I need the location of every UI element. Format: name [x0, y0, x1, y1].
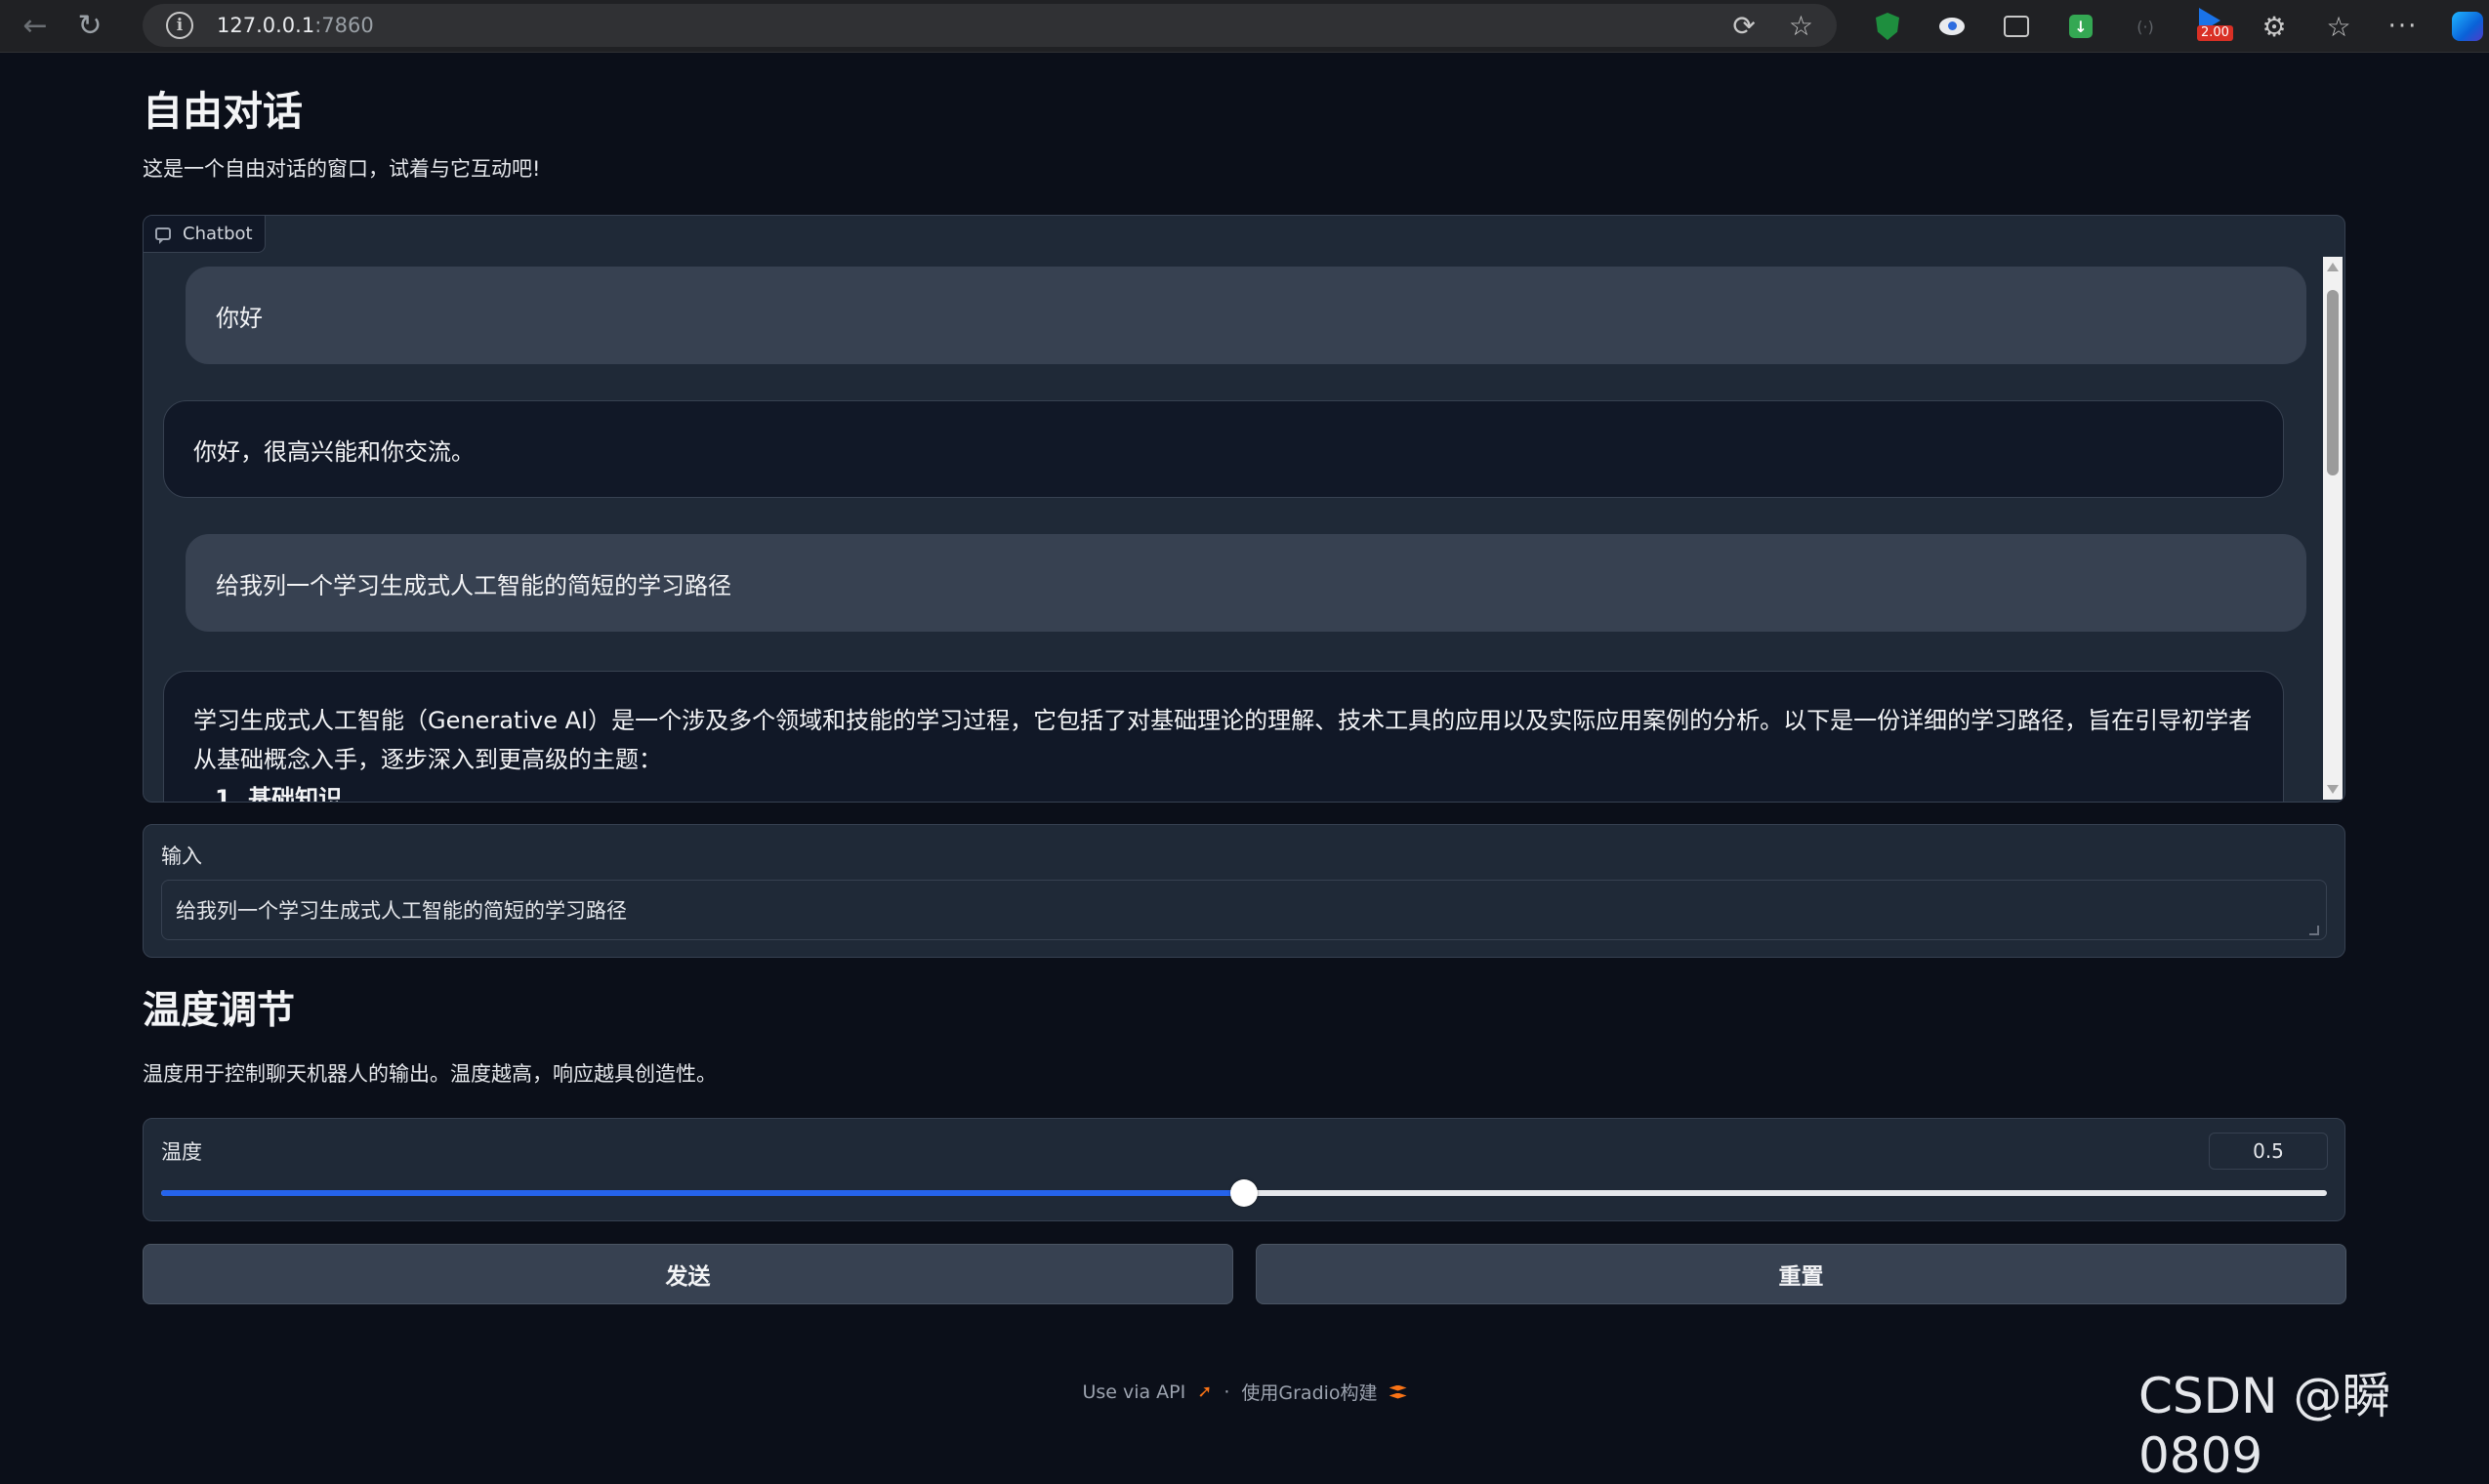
message-text: 你好，很高兴能和你交流。	[193, 437, 475, 466]
chatbot-label-text: Chatbot	[183, 224, 253, 244]
back-arrow-icon[interactable]: ←	[12, 3, 59, 50]
chatbot-scrollbar[interactable]	[2323, 257, 2343, 800]
message-list-item: 1. 基础知识	[215, 785, 343, 803]
built-with-gradio-link[interactable]: 使用Gradio构建	[1241, 1379, 1377, 1405]
slider-thumb[interactable]	[1230, 1179, 1258, 1207]
puzzle-icon[interactable]: ⚙	[2242, 0, 2306, 53]
eye-extension-icon[interactable]	[1920, 0, 1984, 53]
message-text: 你好	[216, 304, 263, 332]
message-text: 给我列一个学习生成式人工智能的简短的学习路径	[216, 571, 731, 599]
resize-grip-icon[interactable]	[2309, 926, 2319, 935]
message-text: 学习生成式人工智能（Generative AI）是一个涉及多个领域和技能的学习过…	[193, 707, 2253, 773]
favorites-icon[interactable]: ☆	[2306, 0, 2371, 53]
site-info-icon[interactable]: i	[166, 12, 193, 39]
reset-button[interactable]: 重置	[1256, 1244, 2346, 1304]
user-message: 你好	[186, 267, 2306, 364]
extension-badge: 2.00	[2197, 25, 2233, 41]
temperature-title: 温度调节	[143, 989, 296, 1033]
slider-fill	[161, 1190, 1244, 1196]
temperature-slider-panel: 温度 0.5	[143, 1118, 2345, 1221]
address-bar[interactable]: i 127.0.0.1:7860 ⟳ ☆	[143, 4, 1837, 47]
download-extension-icon[interactable]: ↓	[2049, 0, 2113, 53]
copilot-icon[interactable]	[2435, 0, 2489, 53]
bot-message: 你好，很高兴能和你交流。	[163, 400, 2284, 498]
temperature-description: 温度用于控制聊天机器人的输出。温度越高，响应越具创造性。	[143, 1062, 717, 1086]
play-extension-icon[interactable]: 2.00	[2178, 0, 2242, 53]
bot-message: 学习生成式人工智能（Generative AI）是一个涉及多个领域和技能的学习过…	[163, 671, 2284, 803]
faded-extension-icon[interactable]: (·)	[2113, 0, 2178, 53]
shield-extension-icon[interactable]	[1855, 0, 1920, 53]
chatbot-label: Chatbot	[144, 216, 266, 253]
user-message: 给我列一个学习生成式人工智能的简短的学习路径	[186, 534, 2306, 632]
send-button[interactable]: 发送	[143, 1244, 1233, 1304]
rocket-icon: ➚	[1197, 1381, 1213, 1402]
chatbot-panel: Chatbot 你好 你好，很高兴能和你交流。 给我列一个学习生成式人工智能的简…	[143, 215, 2345, 803]
translate-icon[interactable]: ⟳	[1732, 10, 1755, 42]
footer-separator: ·	[1224, 1381, 1230, 1403]
scroll-down-arrow-icon[interactable]	[2327, 785, 2339, 794]
input-label: 输入	[161, 845, 202, 868]
input-panel: 输入	[143, 824, 2345, 958]
temperature-slider-track[interactable]	[161, 1179, 2327, 1207]
browser-toolbar: ← ↻ i 127.0.0.1:7860 ⟳ ☆ ↓ (·) 2.00 ⚙ ☆ …	[0, 0, 2489, 53]
scroll-up-arrow-icon[interactable]	[2327, 263, 2339, 271]
gradio-logo-icon	[1389, 1384, 1407, 1399]
reload-icon[interactable]: ↻	[66, 3, 113, 50]
slider-label: 温度	[161, 1140, 202, 1164]
page-description: 这是一个自由对话的窗口，试着与它互动吧!	[143, 157, 541, 181]
extensions-area: ↓ (·) 2.00 ⚙ ☆ ···	[1855, 0, 2489, 53]
use-via-api-link[interactable]: Use via API	[1082, 1381, 1185, 1403]
temperature-number-input[interactable]: 0.5	[2209, 1133, 2328, 1170]
footer: Use via API ➚ · 使用Gradio构建	[0, 1379, 2489, 1405]
chat-bubble-icon	[155, 227, 171, 244]
gradio-page: 自由对话 这是一个自由对话的窗口，试着与它互动吧! Chatbot 你好 你好，…	[0, 53, 2489, 1431]
star-icon[interactable]: ☆	[1789, 10, 1813, 42]
message-input[interactable]	[161, 880, 2327, 940]
more-icon[interactable]: ···	[2371, 0, 2435, 53]
url-text[interactable]: 127.0.0.1:7860	[217, 14, 374, 37]
scroll-thumb[interactable]	[2327, 290, 2339, 475]
watermark: CSDN @瞬0809	[2138, 1368, 2391, 1484]
glasses-extension-icon[interactable]	[1984, 0, 2049, 53]
page-title: 自由对话	[143, 88, 303, 135]
